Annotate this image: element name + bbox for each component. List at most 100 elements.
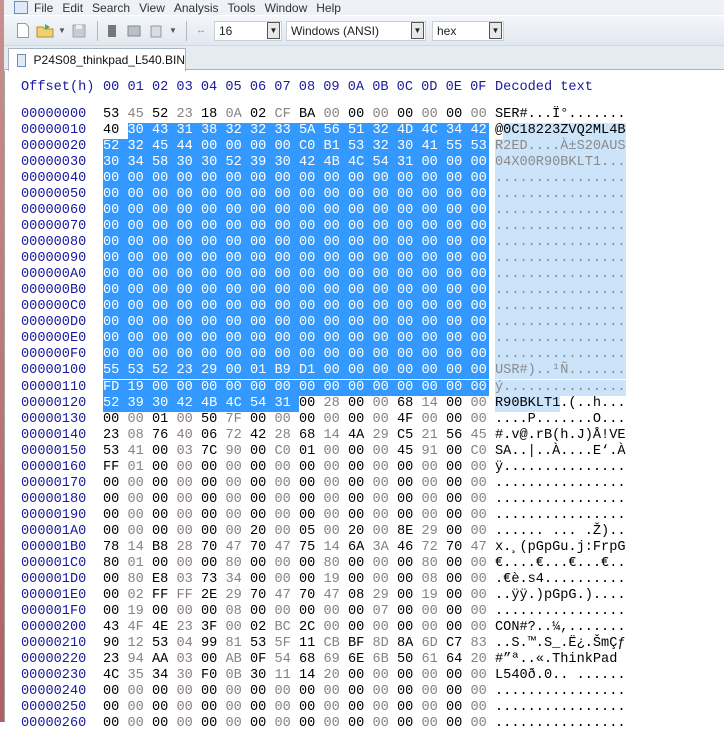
menu-search[interactable]: Search (92, 1, 130, 15)
hex-byte[interactable]: 45 (471, 428, 496, 444)
hex-byte[interactable]: 4F (128, 620, 153, 636)
hex-byte[interactable]: 00 (348, 412, 373, 428)
hex-byte[interactable]: 00 (348, 620, 373, 636)
hex-byte[interactable]: 00 (225, 139, 250, 156)
hex-byte[interactable]: 00 (397, 219, 422, 236)
menu-tools[interactable]: Tools (228, 1, 256, 15)
hex-byte[interactable]: 00 (446, 315, 471, 332)
hex-byte[interactable]: 00 (471, 716, 496, 732)
hex-byte[interactable]: 00 (299, 556, 324, 572)
hex-editor[interactable]: Offset(h) 00 01 02 03 04 05 06 07 08 09 … (4, 71, 724, 731)
hex-byte[interactable]: 00 (152, 203, 177, 220)
hex-byte[interactable]: 04 (177, 636, 202, 652)
hex-byte[interactable]: 00 (225, 219, 250, 236)
hex-byte[interactable]: 00 (323, 171, 348, 188)
hex-byte[interactable]: 00 (348, 171, 373, 188)
hex-byte[interactable]: 51 (348, 123, 373, 140)
hex-byte[interactable]: 00 (397, 107, 422, 123)
hex-byte[interactable]: 00 (299, 604, 324, 620)
hex-byte[interactable]: 00 (422, 508, 447, 524)
hex-byte[interactable]: 00 (446, 620, 471, 636)
hex-byte[interactable]: 00 (299, 283, 324, 300)
hex-byte[interactable]: 83 (471, 636, 496, 652)
hex-byte[interactable]: 00 (470, 363, 489, 380)
hex-byte[interactable]: 00 (397, 299, 422, 316)
hex-byte[interactable]: 00 (226, 492, 251, 508)
hex-byte[interactable]: 00 (275, 604, 300, 620)
hex-byte[interactable]: 00 (152, 267, 177, 284)
hex-byte[interactable]: 00 (275, 700, 300, 716)
hex-byte[interactable]: 02 (250, 620, 275, 636)
row-decoded-text[interactable]: ..ÿÿ.)pGpG.).... (495, 588, 626, 604)
hex-byte[interactable]: 54 (275, 652, 300, 668)
hex-byte[interactable]: E8 (152, 572, 177, 588)
hex-byte[interactable]: 00 (446, 219, 471, 236)
hex-byte[interactable]: 00 (373, 492, 398, 508)
hex-byte[interactable]: 00 (152, 444, 177, 460)
hex-byte[interactable]: 00 (201, 203, 226, 220)
hex-byte[interactable]: 00 (103, 604, 128, 620)
hex-byte[interactable]: 00 (446, 107, 471, 123)
hex-byte[interactable]: 41 (128, 444, 153, 460)
hex-byte[interactable]: F0 (201, 668, 226, 684)
hex-byte[interactable]: 00 (422, 412, 447, 428)
hex-byte[interactable]: 20 (324, 668, 349, 684)
hex-byte[interactable]: 00 (201, 684, 226, 700)
hex-byte[interactable]: 00 (348, 219, 373, 236)
hex-byte[interactable]: 00 (397, 251, 422, 268)
hex-byte[interactable]: 29 (373, 588, 398, 604)
hex-byte[interactable]: 31 (274, 395, 299, 412)
hex-byte[interactable]: 94 (128, 652, 153, 668)
hex-byte[interactable]: 52 (103, 395, 128, 412)
hex-byte[interactable]: 00 (201, 460, 226, 476)
hex-byte[interactable]: 00 (103, 187, 128, 204)
hex-byte[interactable]: 70 (446, 540, 471, 556)
hex-byte[interactable]: 00 (348, 379, 373, 396)
hex-byte[interactable]: 00 (397, 668, 422, 684)
hex-byte[interactable]: 00 (250, 283, 275, 300)
hex-byte[interactable]: 00 (397, 171, 422, 188)
hex-byte[interactable]: 33 (274, 123, 299, 140)
hex-byte[interactable]: 00 (470, 155, 489, 172)
hex-byte[interactable]: 00 (324, 107, 349, 123)
hex-byte[interactable]: 11 (299, 636, 324, 652)
hex-byte[interactable]: FF (103, 460, 128, 476)
hex-byte[interactable]: 00 (274, 219, 299, 236)
hex-byte[interactable]: 00 (103, 476, 128, 492)
hex-byte[interactable]: 00 (226, 508, 251, 524)
row-decoded-text[interactable]: SER#...Ï°....... (495, 107, 626, 123)
row-decoded-text[interactable]: ................ (495, 476, 626, 492)
hex-byte[interactable]: 00 (446, 267, 471, 284)
hex-byte[interactable]: 00 (152, 556, 177, 572)
hex-byte[interactable]: 53 (470, 139, 489, 156)
hex-byte[interactable]: 00 (348, 331, 373, 348)
hex-byte[interactable]: 00 (348, 460, 373, 476)
hex-byte[interactable]: 00 (250, 203, 275, 220)
hex-byte[interactable]: 00 (446, 299, 471, 316)
hex-byte[interactable]: 00 (299, 412, 324, 428)
hex-byte[interactable]: 00 (299, 379, 324, 396)
hex-byte[interactable]: 00 (201, 235, 226, 252)
hex-byte[interactable]: 32 (127, 139, 152, 156)
hex-byte[interactable]: 00 (127, 299, 152, 316)
hex-byte[interactable]: 00 (250, 444, 275, 460)
hex-byte[interactable]: 00 (397, 187, 422, 204)
hex-byte[interactable]: 00 (226, 524, 251, 540)
hex-byte[interactable]: 6A (348, 540, 373, 556)
hex-byte[interactable]: 00 (299, 315, 324, 332)
hex-byte[interactable]: 00 (226, 460, 251, 476)
hex-byte[interactable]: 00 (470, 379, 489, 396)
hex-byte[interactable]: 00 (397, 492, 422, 508)
hex-byte[interactable]: 00 (250, 235, 275, 252)
hex-byte[interactable]: 00 (177, 524, 202, 540)
hex-byte[interactable]: 00 (422, 460, 447, 476)
hex-byte[interactable]: C7 (446, 636, 471, 652)
open-folder-icon[interactable] (36, 22, 54, 40)
hex-byte[interactable]: 52 (225, 155, 250, 172)
hex-byte[interactable]: 2E (201, 588, 226, 604)
hex-byte[interactable]: 00 (299, 299, 324, 316)
hex-byte[interactable]: 00 (201, 492, 226, 508)
row-decoded-text[interactable]: ................ (495, 171, 626, 187)
hex-byte[interactable]: 00 (324, 620, 349, 636)
hex-byte[interactable]: 00 (225, 251, 250, 268)
